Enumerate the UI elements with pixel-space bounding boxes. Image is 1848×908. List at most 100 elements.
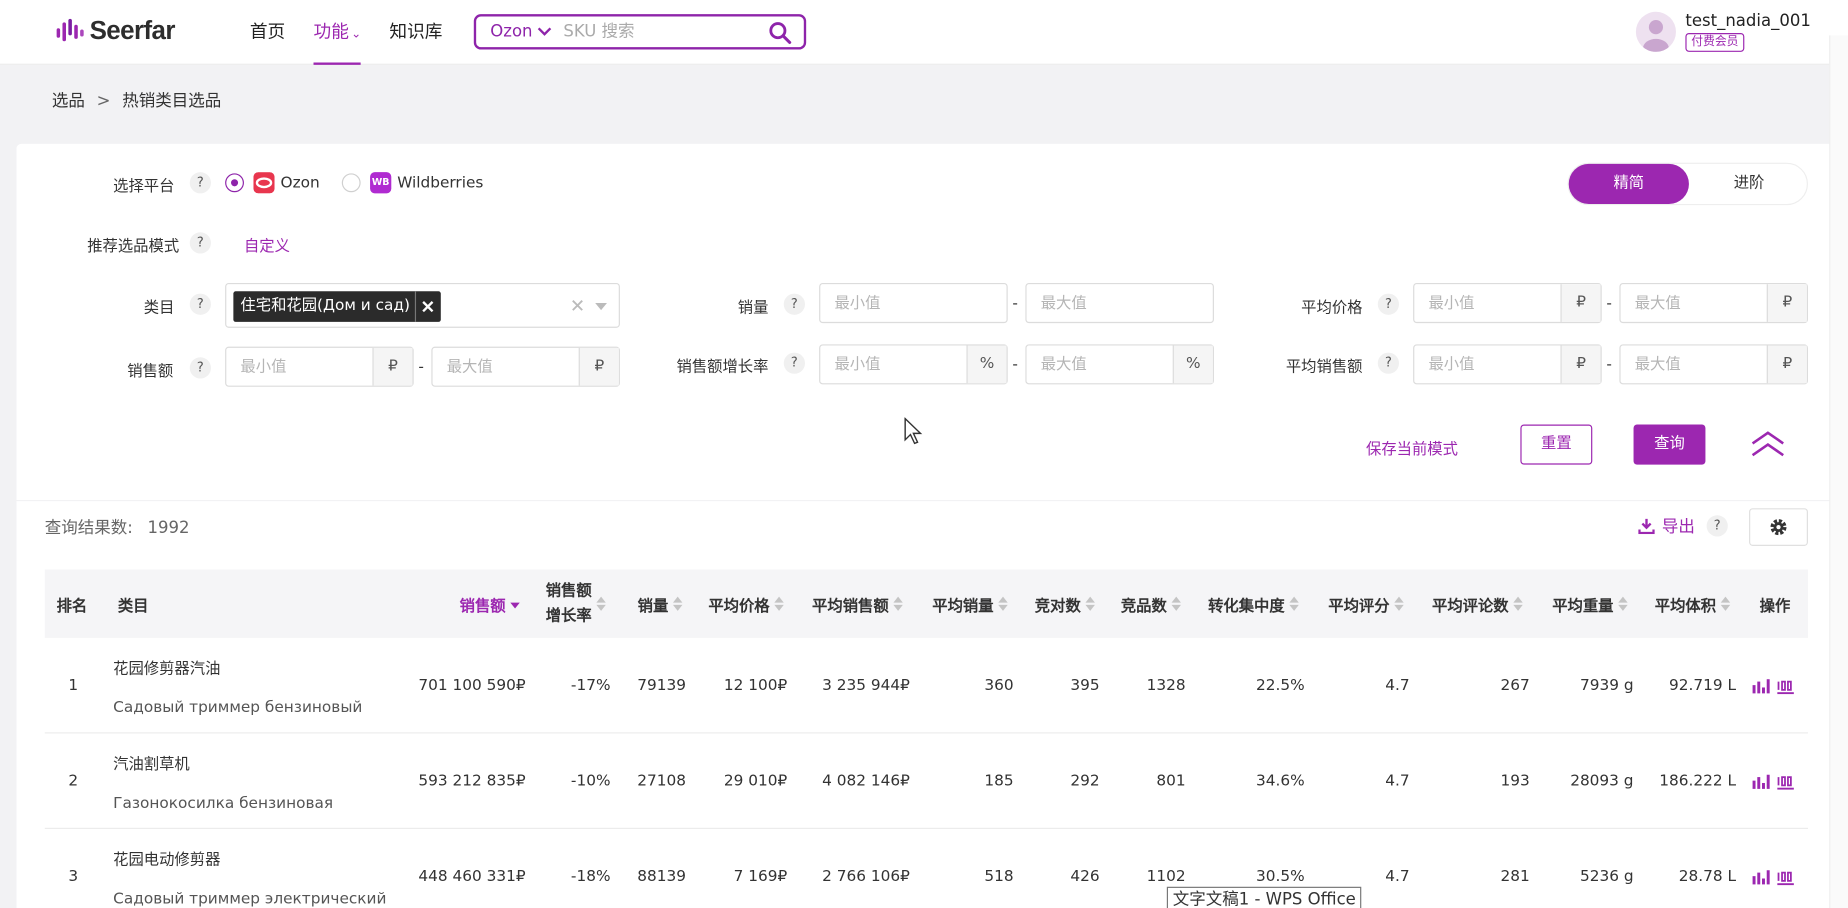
search-platform-label: Ozon	[490, 22, 533, 42]
nav-home-label: 首页	[249, 21, 286, 43]
sales-volume-max-input[interactable]	[1026, 284, 1213, 322]
col-concentration[interactable]: 转化集中度	[1208, 570, 1299, 638]
sku-search-input[interactable]	[563, 22, 752, 42]
avg-sales-min[interactable]: ₽	[1413, 344, 1602, 385]
help-icon[interactable]: ?	[783, 352, 805, 374]
reset-button[interactable]: 重置	[1520, 424, 1593, 465]
help-icon[interactable]: ?	[1377, 293, 1399, 315]
category-cn[interactable]: 花园电动修剪器	[113, 847, 220, 869]
range-dash: -	[1012, 294, 1018, 313]
row-actions	[1751, 678, 1801, 695]
logo[interactable]: Seerfar	[56, 15, 175, 46]
help-icon[interactable]: ?	[1706, 515, 1728, 537]
search-icon[interactable]	[768, 21, 792, 45]
clear-icon[interactable]	[572, 300, 584, 312]
avg-price-min[interactable]: ₽	[1413, 283, 1602, 324]
table-row[interactable]: 1 花园修剪器汽油 Садовый триммер бензиновый 701…	[44, 637, 1808, 734]
platform-ozon-label[interactable]: Ozon	[281, 175, 320, 193]
col-avg-sales[interactable]: 平均销售额	[812, 570, 903, 638]
col-sales[interactable]: 销售额	[460, 570, 520, 638]
rating-cell: 4.7	[1385, 867, 1410, 886]
bar-chart-icon[interactable]	[1751, 774, 1770, 791]
table-settings-button[interactable]	[1749, 508, 1808, 546]
col-avg-volume[interactable]: 平均销量	[932, 570, 1008, 638]
volume-cell: 27108	[637, 772, 686, 791]
nav-features[interactable]: 功能 ⌄	[313, 0, 362, 65]
top100-icon[interactable]	[1776, 678, 1795, 695]
col-volume[interactable]: 销量	[638, 570, 683, 638]
sales-amount-max[interactable]: ₽	[431, 346, 620, 387]
growth-max[interactable]: %	[1025, 344, 1214, 385]
col-avg-volume-label: 平均销量	[932, 597, 994, 615]
help-icon[interactable]: ?	[189, 232, 211, 254]
sales-volume-min-input[interactable]	[820, 284, 1007, 322]
collapse-icon[interactable]	[1750, 429, 1785, 460]
col-ops: 操作	[1759, 597, 1791, 615]
col-avg-price[interactable]: 平均价格	[708, 570, 784, 638]
user-icon	[1642, 20, 1669, 52]
col-growth[interactable]: 销售额 增长率	[546, 570, 606, 638]
category-select[interactable]: 住宅和花园(Дом и сад)	[225, 283, 620, 328]
help-icon[interactable]: ?	[189, 293, 211, 315]
mode-basic-button[interactable]: 精简	[1568, 163, 1689, 205]
close-icon[interactable]	[414, 291, 441, 322]
table-row[interactable]: 2 汽油割草机 Газонокосилка бензиновая 593 212…	[44, 733, 1808, 829]
ruble-unit: ₽	[578, 347, 619, 386]
mode-advanced-button[interactable]: 进阶	[1689, 164, 1809, 204]
col-avg-size[interactable]: 平均体积	[1655, 570, 1731, 638]
query-button[interactable]: 查询	[1633, 424, 1706, 465]
col-avg-weight[interactable]: 平均重量	[1552, 570, 1628, 638]
breadcrumb-parent[interactable]: 选品	[52, 92, 85, 111]
table-row[interactable]: 3 花园电动修剪器 Садовый триммер электрический …	[44, 828, 1808, 908]
result-count-value: 1992	[147, 518, 190, 538]
export-button[interactable]: 导出 ?	[1638, 514, 1728, 538]
category-cn[interactable]: 花园修剪器汽油	[113, 656, 220, 678]
help-icon[interactable]: ?	[189, 172, 211, 194]
sort-icon	[1394, 595, 1404, 612]
nav-knowledge[interactable]: 知识库	[389, 0, 442, 65]
col-growth-label: 销售额 增长率	[546, 579, 592, 629]
top100-icon[interactable]	[1776, 869, 1795, 886]
bar-chart-icon[interactable]	[1751, 678, 1770, 695]
mouse-cursor-icon	[904, 417, 923, 445]
custom-mode-link[interactable]: 自定义	[244, 233, 290, 256]
concentration-cell: 22.5%	[1256, 676, 1305, 695]
col-avg-rating[interactable]: 平均评分	[1328, 570, 1404, 638]
growth-min[interactable]: %	[819, 344, 1008, 385]
top100-icon[interactable]	[1776, 774, 1795, 791]
avg-price-max[interactable]: ₽	[1619, 283, 1808, 324]
sales-volume-max[interactable]	[1025, 283, 1214, 324]
ruble-unit: ₽	[1560, 345, 1601, 384]
logo-icon	[56, 18, 84, 42]
member-badge: 付费会员	[1685, 33, 1745, 52]
category-tag-label: 住宅和花园(Дом и сад)	[240, 297, 411, 315]
size-cell: 92.719 L	[1669, 676, 1737, 695]
avg-sales-max[interactable]: ₽	[1619, 344, 1808, 385]
sales-amount-min[interactable]: ₽	[225, 346, 414, 387]
radio-wildberries[interactable]	[341, 173, 361, 193]
help-icon[interactable]: ?	[783, 293, 805, 315]
user-menu[interactable]: test_nadia_001 付费会员	[1635, 11, 1811, 52]
main-nav: 首页 功能 ⌄ 知识库	[250, 0, 471, 65]
products-cell: 1102	[1146, 867, 1186, 886]
col-products[interactable]: 竞品数	[1121, 570, 1181, 638]
col-avg-reviews[interactable]: 平均评论数	[1432, 570, 1523, 638]
caret-down-icon	[595, 303, 607, 311]
help-icon[interactable]: ?	[1377, 352, 1399, 374]
mode-toggle: 精简 进阶	[1567, 162, 1809, 206]
platform-wildberries-label[interactable]: Wildberries	[397, 175, 483, 193]
help-icon[interactable]: ?	[189, 357, 211, 379]
avg-price-cell: 7 169₽	[733, 867, 788, 886]
col-avg-rating-label: 平均评分	[1328, 597, 1390, 615]
col-competitors[interactable]: 竞对数	[1035, 570, 1095, 638]
search-platform-select[interactable]: Ozon	[476, 22, 563, 41]
radio-ozon[interactable]	[225, 173, 244, 193]
nav-home[interactable]: 首页	[250, 0, 285, 65]
sales-volume-min[interactable]	[819, 283, 1008, 324]
save-mode-link[interactable]: 保存当前模式	[1366, 436, 1458, 459]
category-cn[interactable]: 汽油割草机	[113, 751, 190, 774]
sort-icon	[998, 595, 1008, 612]
ozon-logo-icon	[253, 172, 275, 194]
bar-chart-icon[interactable]	[1751, 869, 1770, 886]
col-avg-price-label: 平均价格	[708, 597, 770, 615]
